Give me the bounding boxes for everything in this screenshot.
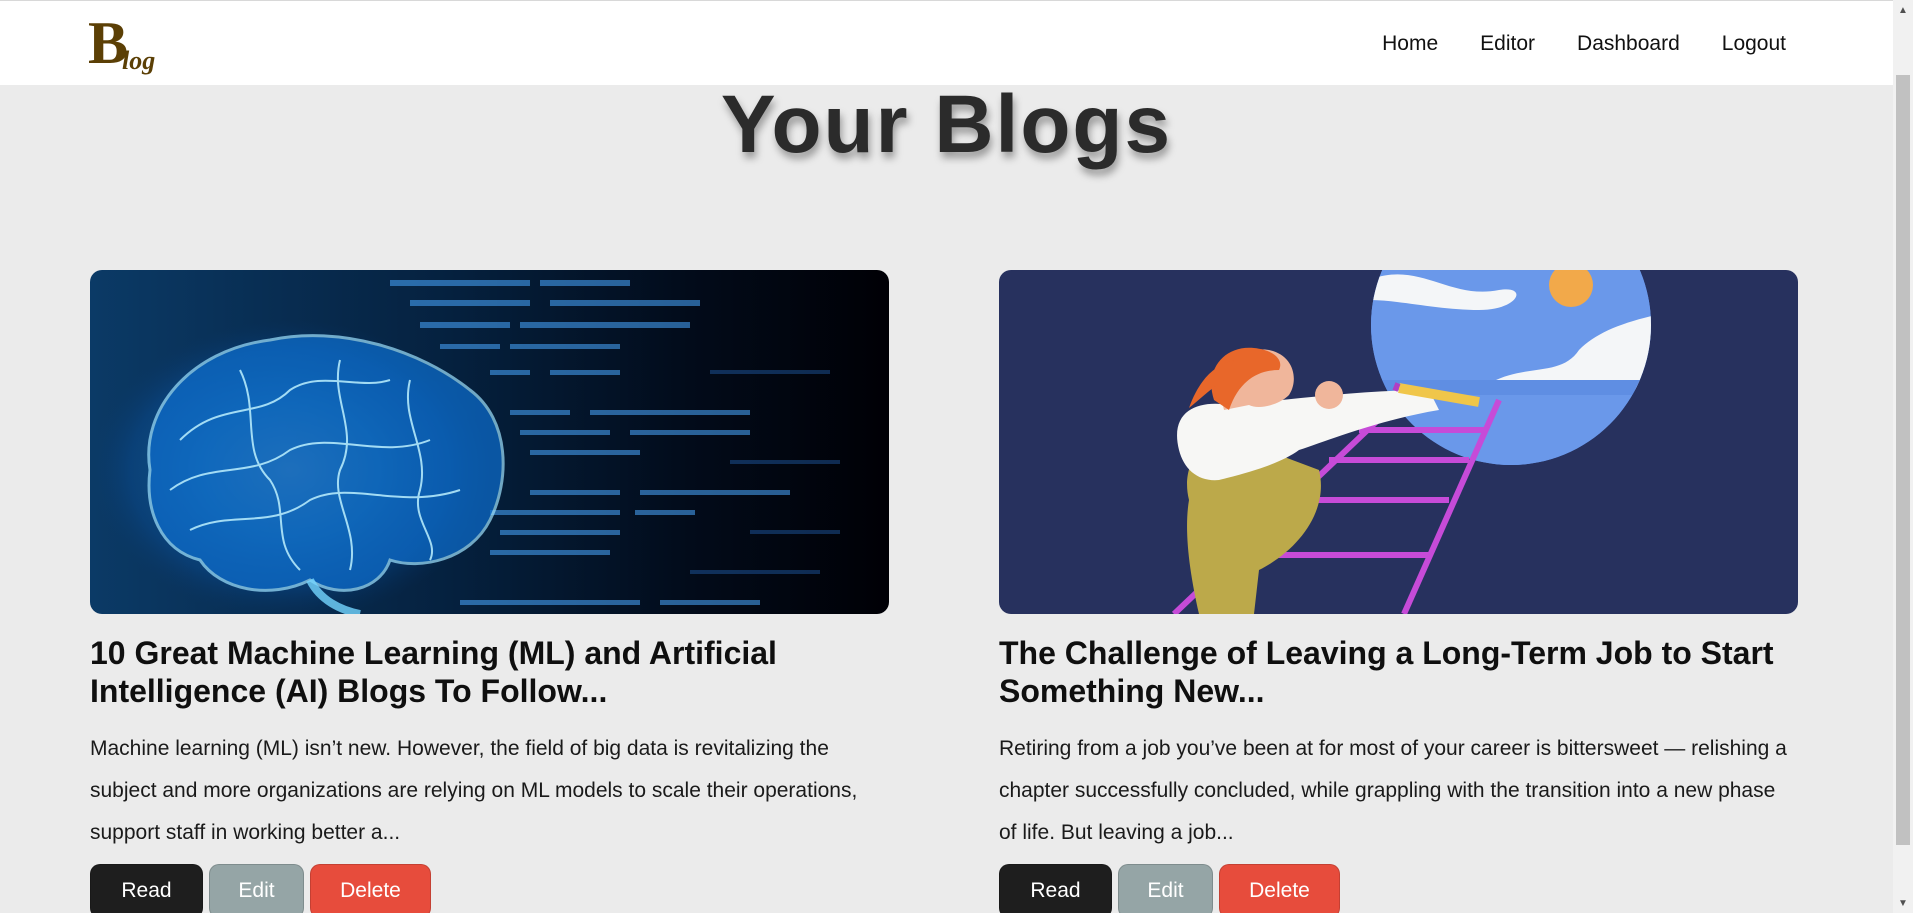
woman-climbing-ladder-illustration xyxy=(999,270,1798,614)
scroll-down-arrow-icon[interactable]: ▼ xyxy=(1893,893,1913,913)
read-button[interactable]: Read xyxy=(999,864,1112,913)
logo-letter: B xyxy=(88,10,128,76)
nav-dashboard-link[interactable]: Dashboard xyxy=(1577,32,1680,56)
scroll-thumb[interactable] xyxy=(1896,75,1910,845)
blog-actions: Read Edit Delete xyxy=(90,864,889,913)
nav-links: Home Editor Dashboard Logout xyxy=(1382,1,1786,86)
blog-card: 10 Great Machine Learning (ML) and Artif… xyxy=(90,270,889,913)
logo-suffix: log xyxy=(122,46,156,75)
nav-logout-link[interactable]: Logout xyxy=(1722,32,1786,56)
blog-title[interactable]: The Challenge of Leaving a Long-Term Job… xyxy=(999,634,1798,710)
blog-card: The Challenge of Leaving a Long-Term Job… xyxy=(999,270,1798,913)
page: Blog Home Editor Dashboard Logout Your B… xyxy=(0,0,1913,913)
delete-button[interactable]: Delete xyxy=(310,864,431,913)
page-title: Your Blogs xyxy=(720,79,1173,170)
blog-title[interactable]: 10 Great Machine Learning (ML) and Artif… xyxy=(90,634,889,710)
blog-excerpt: Machine learning (ML) isn’t new. However… xyxy=(90,737,858,844)
edit-button[interactable]: Edit xyxy=(1118,864,1213,913)
logo[interactable]: Blog xyxy=(88,11,155,75)
delete-button[interactable]: Delete xyxy=(1219,864,1340,913)
edit-button[interactable]: Edit xyxy=(209,864,304,913)
read-button[interactable]: Read xyxy=(90,864,203,913)
blog-excerpt: Retiring from a job you’ve been at for m… xyxy=(999,737,1787,844)
navbar: Blog Home Editor Dashboard Logout xyxy=(0,0,1893,85)
machine-learning-brain-image xyxy=(90,270,889,614)
vertical-scrollbar[interactable]: ▲ ▼ xyxy=(1893,0,1913,913)
nav-home-link[interactable]: Home xyxy=(1382,32,1438,56)
blog-actions: Read Edit Delete xyxy=(999,864,1798,913)
scroll-up-arrow-icon[interactable]: ▲ xyxy=(1893,0,1913,20)
nav-editor-link[interactable]: Editor xyxy=(1480,32,1535,56)
